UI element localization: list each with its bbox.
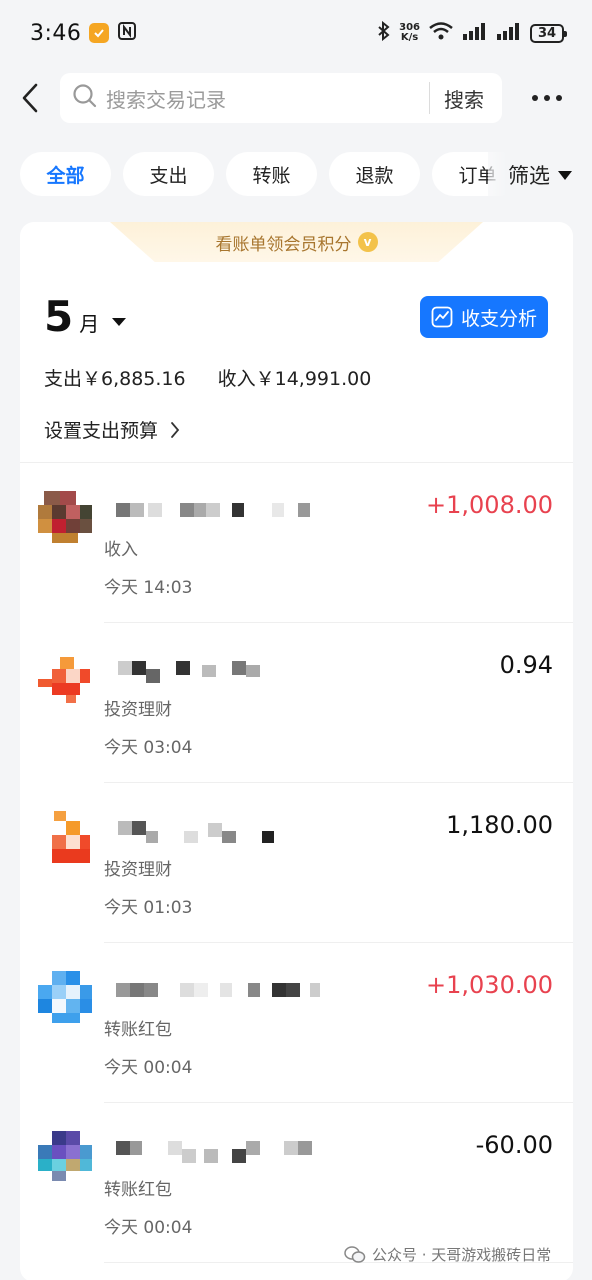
points-banner[interactable]: 看账单领会员积分 v [110, 222, 483, 262]
masked-merchant-name [104, 661, 324, 683]
more-dot-icon [556, 95, 562, 101]
transaction-amount: -60.00 [475, 1131, 553, 1159]
back-button[interactable] [0, 70, 60, 126]
filter-row: 全部 支出 转账 退款 订单 筛选 [0, 152, 592, 198]
top-bar: 搜索交易记录 搜索 [0, 70, 592, 126]
transaction-time: 今天 00:04 [104, 1218, 193, 1238]
wechat-icon [344, 1245, 366, 1263]
chevron-right-icon [171, 421, 180, 438]
transaction-row[interactable]: 投资理财 今天 03:04 0.94 [20, 623, 573, 783]
wifi-icon [428, 21, 454, 45]
filter-chip-transfer[interactable]: 转账 [226, 152, 317, 196]
merchant-avatar [38, 491, 92, 545]
transaction-amount: 0.94 [499, 651, 553, 679]
transaction-amount: 1,180.00 [446, 811, 553, 839]
transaction-row[interactable]: 转账红包 今天 00:04 -60.00 [20, 1103, 573, 1263]
clock: 3:46 [30, 20, 82, 46]
transaction-row[interactable]: 收入 今天 14:03 +1,008.00 [20, 463, 573, 623]
transaction-category: 收入 [104, 540, 138, 560]
filter-chip-expense[interactable]: 支出 [123, 152, 214, 196]
budget-label: 设置支出预算 [44, 420, 159, 442]
income-total: 收入￥14,991.00 [217, 368, 372, 390]
transaction-time: 今天 01:03 [104, 898, 193, 918]
search-button[interactable]: 搜索 [444, 84, 490, 113]
month-number: 5 [44, 292, 74, 341]
signal-icon-2 [496, 22, 522, 44]
transaction-time: 今天 03:04 [104, 738, 193, 758]
banner-text: 看账单领会员积分 [215, 234, 352, 255]
expense-total: 支出￥6,885.16 [44, 368, 186, 390]
status-bar: 3:46 306 K/s 34 [0, 0, 592, 66]
merchant-avatar [38, 811, 92, 865]
merchant-avatar [38, 971, 92, 1025]
watermark-text: 公众号 · 天哥游戏搬砖日常 [372, 1246, 552, 1264]
transaction-amount: +1,030.00 [426, 971, 553, 999]
search-box[interactable]: 搜索交易记录 搜索 [60, 73, 502, 123]
filter-chip-refund[interactable]: 退款 [329, 152, 420, 196]
transaction-category: 转账红包 [104, 1180, 172, 1200]
merchant-avatar [38, 1131, 92, 1185]
filter-chip-all[interactable]: 全部 [20, 152, 111, 196]
masked-merchant-name [104, 1141, 324, 1163]
transaction-row[interactable]: 转账红包 今天 00:04 +1,030.00 [20, 943, 573, 1103]
merchant-avatar [38, 651, 92, 705]
caret-down-icon [112, 318, 127, 326]
search-divider [429, 82, 430, 114]
budget-link[interactable]: 设置支出预算 [44, 416, 180, 443]
transaction-time: 今天 14:03 [104, 578, 193, 598]
network-speed: 306 K/s [399, 22, 420, 43]
summary-totals: 支出￥6,885.16 收入￥14,991.00 [44, 364, 371, 391]
transaction-amount: +1,008.00 [426, 491, 553, 519]
filter-menu-label: 筛选 [508, 164, 550, 188]
chart-icon [431, 306, 453, 328]
more-dot-icon [544, 95, 550, 101]
nfc-icon [117, 21, 137, 45]
bluetooth-icon [377, 20, 391, 45]
coin-icon: v [357, 232, 378, 252]
analysis-button[interactable]: 收支分析 [420, 296, 548, 338]
month-selector[interactable]: 5 月 [44, 292, 127, 341]
transaction-category: 投资理财 [104, 700, 172, 720]
transaction-row[interactable]: 投资理财 今天 01:03 1,180.00 [20, 783, 573, 943]
more-dot-icon [532, 95, 538, 101]
watermark: 公众号 · 天哥游戏搬砖日常 [344, 1244, 551, 1265]
masked-merchant-name [104, 501, 324, 517]
masked-merchant-name [104, 981, 324, 997]
notification-app-icon [89, 23, 110, 43]
filter-menu-button[interactable]: 筛选 [488, 152, 592, 198]
month-unit: 月 [79, 312, 100, 336]
more-options-button[interactable] [502, 95, 592, 101]
search-input[interactable]: 搜索交易记录 [106, 84, 423, 113]
transaction-category: 转账红包 [104, 1020, 172, 1040]
bill-card: 看账单领会员积分 v 5 月 收支分析 支出￥6,885.16 收入￥14,99… [20, 222, 573, 1280]
battery-icon: 34 [530, 23, 567, 43]
analysis-button-label: 收支分析 [460, 307, 537, 330]
caret-down-icon [558, 170, 572, 180]
chevron-left-icon [22, 83, 38, 113]
transaction-time: 今天 00:04 [104, 1058, 193, 1078]
transaction-category: 投资理财 [104, 860, 172, 880]
signal-icon-1 [462, 22, 488, 44]
masked-merchant-name [104, 821, 324, 843]
search-icon [72, 83, 98, 113]
